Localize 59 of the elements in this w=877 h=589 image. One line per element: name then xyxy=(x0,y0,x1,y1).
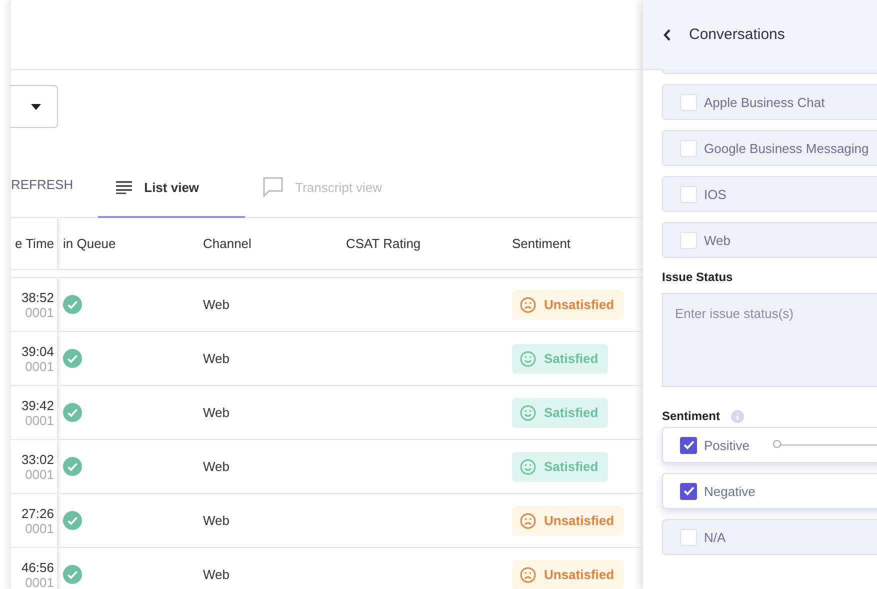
frown-icon xyxy=(520,296,536,312)
id-text: 0001 xyxy=(25,574,54,589)
sentiment-badge: Unsatisfied xyxy=(512,560,624,589)
table-cell: Web xyxy=(203,567,230,582)
time-text: 27:26 xyxy=(21,506,54,520)
checkmark-icon xyxy=(682,486,694,496)
channel-option[interactable]: Apple Business Chat xyxy=(662,84,877,120)
column-header: Sentiment xyxy=(512,236,571,251)
smile-icon xyxy=(520,350,536,366)
frown-icon xyxy=(520,512,536,528)
frown-icon xyxy=(520,566,536,582)
section-label: Issue Status xyxy=(662,270,734,284)
channel-option[interactable]: Web xyxy=(662,222,877,258)
column-header: CSAT Rating xyxy=(346,236,421,251)
id-text: 0001 xyxy=(25,412,54,428)
time-text: 38:52 xyxy=(21,290,54,304)
id-text: 0001 xyxy=(25,358,54,374)
sentiment-badge: Unsatisfied xyxy=(512,290,624,320)
table-cell: Web xyxy=(203,513,230,528)
time-text: 46:56 xyxy=(21,560,54,574)
id-text: 0001 xyxy=(25,304,54,320)
sentiment-option[interactable]: N/A xyxy=(662,519,877,555)
checkbox[interactable] xyxy=(680,482,697,500)
id-text: 0001 xyxy=(25,466,54,482)
sentiment-option[interactable]: Negative xyxy=(662,473,877,509)
column-header: e Time xyxy=(14,236,54,251)
table-cell: Web xyxy=(203,351,230,366)
issue-status-field[interactable]: Enter issue status(s) xyxy=(662,293,877,387)
sentiment-badge: Satisfied xyxy=(512,452,608,482)
sentiment-option[interactable]: Positive xyxy=(662,427,877,463)
checkbox[interactable] xyxy=(680,436,697,454)
panel-title: Conversations xyxy=(689,26,785,43)
chat-bubble-icon xyxy=(263,177,284,197)
column-header: Channel xyxy=(203,236,252,251)
sentiment-badge: Unsatisfied xyxy=(512,506,624,536)
refresh-button[interactable]: REFRESH xyxy=(11,152,98,217)
table-cell: Web xyxy=(203,297,230,312)
list-icon xyxy=(116,180,132,194)
id-text: 0001 xyxy=(25,520,54,536)
back-chevron-icon[interactable] xyxy=(663,28,671,40)
column-header: in Queue xyxy=(63,236,116,251)
dropdown[interactable] xyxy=(10,85,58,128)
section-label: Sentiment xyxy=(662,409,720,423)
table-cell: Web xyxy=(203,405,230,420)
channel-option[interactable]: IOS xyxy=(662,176,877,212)
time-text: 39:04 xyxy=(21,344,54,358)
sentiment-badge: Satisfied xyxy=(512,344,608,374)
checkmark-icon xyxy=(682,440,694,450)
channel-option[interactable]: Google Business Messaging xyxy=(662,130,877,166)
smile-icon xyxy=(520,458,536,474)
slider-thumb[interactable] xyxy=(772,440,781,448)
time-text: 39:42 xyxy=(21,398,54,412)
smile-icon xyxy=(520,404,536,420)
caret-icon xyxy=(31,104,41,110)
info-icon xyxy=(731,410,744,422)
sentiment-badge: Satisfied xyxy=(512,398,608,428)
time-text: 33:02 xyxy=(21,452,54,466)
view-tab[interactable]: List view xyxy=(98,158,246,218)
table-cell: Web xyxy=(203,459,230,474)
